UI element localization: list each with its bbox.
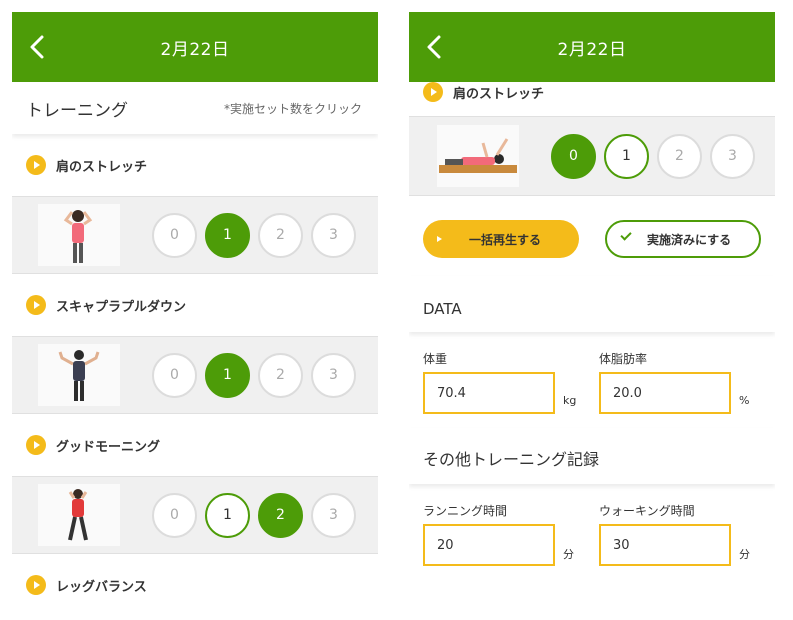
play-all-button[interactable]: 一括再生する [423, 220, 579, 258]
exercise-row: 0 1 2 3 [12, 196, 378, 274]
set-button-0[interactable]: 0 [152, 492, 197, 538]
weight-unit: kg [563, 394, 577, 407]
body-data-fields: 体重 70.4 kg 体脂肪率 20.0 % [409, 332, 775, 428]
walking-unit: 分 [739, 548, 750, 561]
set-button-1[interactable]: 1 [205, 492, 250, 538]
other-training-header: その他トレーニング記録 [409, 428, 775, 484]
running-unit: 分 [563, 548, 574, 561]
play-all-label: 一括再生する [469, 232, 542, 247]
exercise-title[interactable]: 肩のストレッチ [409, 82, 775, 116]
exercise-thumbnail[interactable] [38, 204, 120, 266]
app-bar: 2月22日 [12, 12, 378, 82]
set-button-0[interactable]: 0 [152, 352, 197, 398]
body-fat-label: 体脂肪率 [599, 352, 648, 366]
exercise-thumbnail[interactable] [38, 484, 120, 546]
set-button-0[interactable]: 0 [551, 133, 596, 179]
walking-input[interactable]: 30 [599, 524, 731, 566]
set-button-1[interactable]: 1 [205, 352, 250, 398]
set-button-2[interactable]: 2 [657, 133, 702, 179]
app-bar: 2月22日 [409, 12, 775, 82]
exercise-title[interactable]: グッドモーニング [12, 414, 378, 476]
back-chevron-icon[interactable] [26, 34, 50, 60]
exercise-row: 0 1 2 3 [12, 476, 378, 554]
play-icon[interactable] [26, 575, 46, 595]
exercise-thumbnail[interactable] [437, 125, 519, 187]
exercise-title[interactable]: 肩のストレッチ [12, 134, 378, 196]
body-fat-field-group: 体脂肪率 20.0 % [599, 350, 775, 428]
section-hint: *実施セット数をクリック [223, 101, 362, 116]
right-screen: 2月22日 肩のストレッチ 0 1 2 3 一括再生する 実施済みにする DAT… [409, 12, 775, 612]
page-title: 2月22日 [557, 39, 627, 60]
running-field-group: ランニング時間 20 分 [423, 502, 599, 580]
exercise-name: グッドモーニング [56, 439, 161, 455]
page-title: 2月22日 [160, 39, 230, 60]
set-button-1[interactable]: 1 [604, 133, 649, 179]
set-button-2[interactable]: 2 [258, 492, 303, 538]
set-selector: 0 1 2 3 [152, 352, 364, 398]
data-section-header: DATA [409, 276, 775, 332]
body-fat-unit: % [739, 394, 750, 407]
exercise-name: 肩のストレッチ [56, 159, 148, 175]
section-title: トレーニング [26, 100, 128, 121]
set-button-3[interactable]: 3 [311, 352, 356, 398]
set-selector: 0 1 2 3 [551, 133, 763, 179]
set-selector: 0 1 2 3 [152, 212, 364, 258]
action-buttons: 一括再生する 実施済みにする [409, 196, 775, 276]
exercise-title[interactable]: スキャプラプルダウン [12, 274, 378, 336]
set-button-3[interactable]: 3 [710, 133, 755, 179]
set-selector: 0 1 2 3 [152, 492, 364, 538]
play-icon[interactable] [26, 295, 46, 315]
weight-input[interactable]: 70.4 [423, 372, 555, 414]
play-icon[interactable] [26, 435, 46, 455]
exercise-name: レッグバランス [56, 579, 147, 595]
weight-label: 体重 [423, 352, 448, 366]
exercise-name: 肩のストレッチ [453, 86, 545, 102]
exercise-title[interactable]: レッグバランス [12, 554, 378, 612]
body-fat-input[interactable]: 20.0 [599, 372, 731, 414]
set-button-2[interactable]: 2 [258, 212, 303, 258]
exercise-row: 0 1 2 3 [409, 116, 775, 196]
walking-label: ウォーキング時間 [599, 504, 695, 518]
other-training-fields: ランニング時間 20 分 ウォーキング時間 30 分 [409, 484, 775, 580]
exercise-name: スキャプラプルダウン [56, 299, 187, 315]
training-section-header: トレーニング *実施セット数をクリック [12, 82, 378, 134]
set-button-1[interactable]: 1 [205, 212, 250, 258]
check-icon [620, 229, 632, 241]
set-button-3[interactable]: 3 [311, 492, 356, 538]
walking-field-group: ウォーキング時間 30 分 [599, 502, 775, 580]
mark-done-button[interactable]: 実施済みにする [605, 220, 761, 258]
set-button-3[interactable]: 3 [311, 212, 356, 258]
left-screen: 2月22日 トレーニング *実施セット数をクリック 肩のストレッチ 0 1 2 … [12, 12, 378, 612]
weight-field-group: 体重 70.4 kg [423, 350, 599, 428]
play-icon[interactable] [26, 155, 46, 175]
set-button-2[interactable]: 2 [258, 352, 303, 398]
exercise-thumbnail[interactable] [38, 344, 120, 406]
exercise-row: 0 1 2 3 [12, 336, 378, 414]
running-label: ランニング時間 [423, 504, 508, 518]
training-list[interactable]: トレーニング *実施セット数をクリック 肩のストレッチ 0 1 2 3 スキャプ… [12, 82, 378, 612]
play-icon[interactable] [423, 82, 443, 102]
back-chevron-icon[interactable] [423, 34, 447, 60]
set-button-0[interactable]: 0 [152, 212, 197, 258]
running-input[interactable]: 20 [423, 524, 555, 566]
training-detail[interactable]: 肩のストレッチ 0 1 2 3 一括再生する 実施済みにする DATA 体重 7… [409, 82, 775, 612]
mark-done-label: 実施済みにする [647, 232, 732, 247]
